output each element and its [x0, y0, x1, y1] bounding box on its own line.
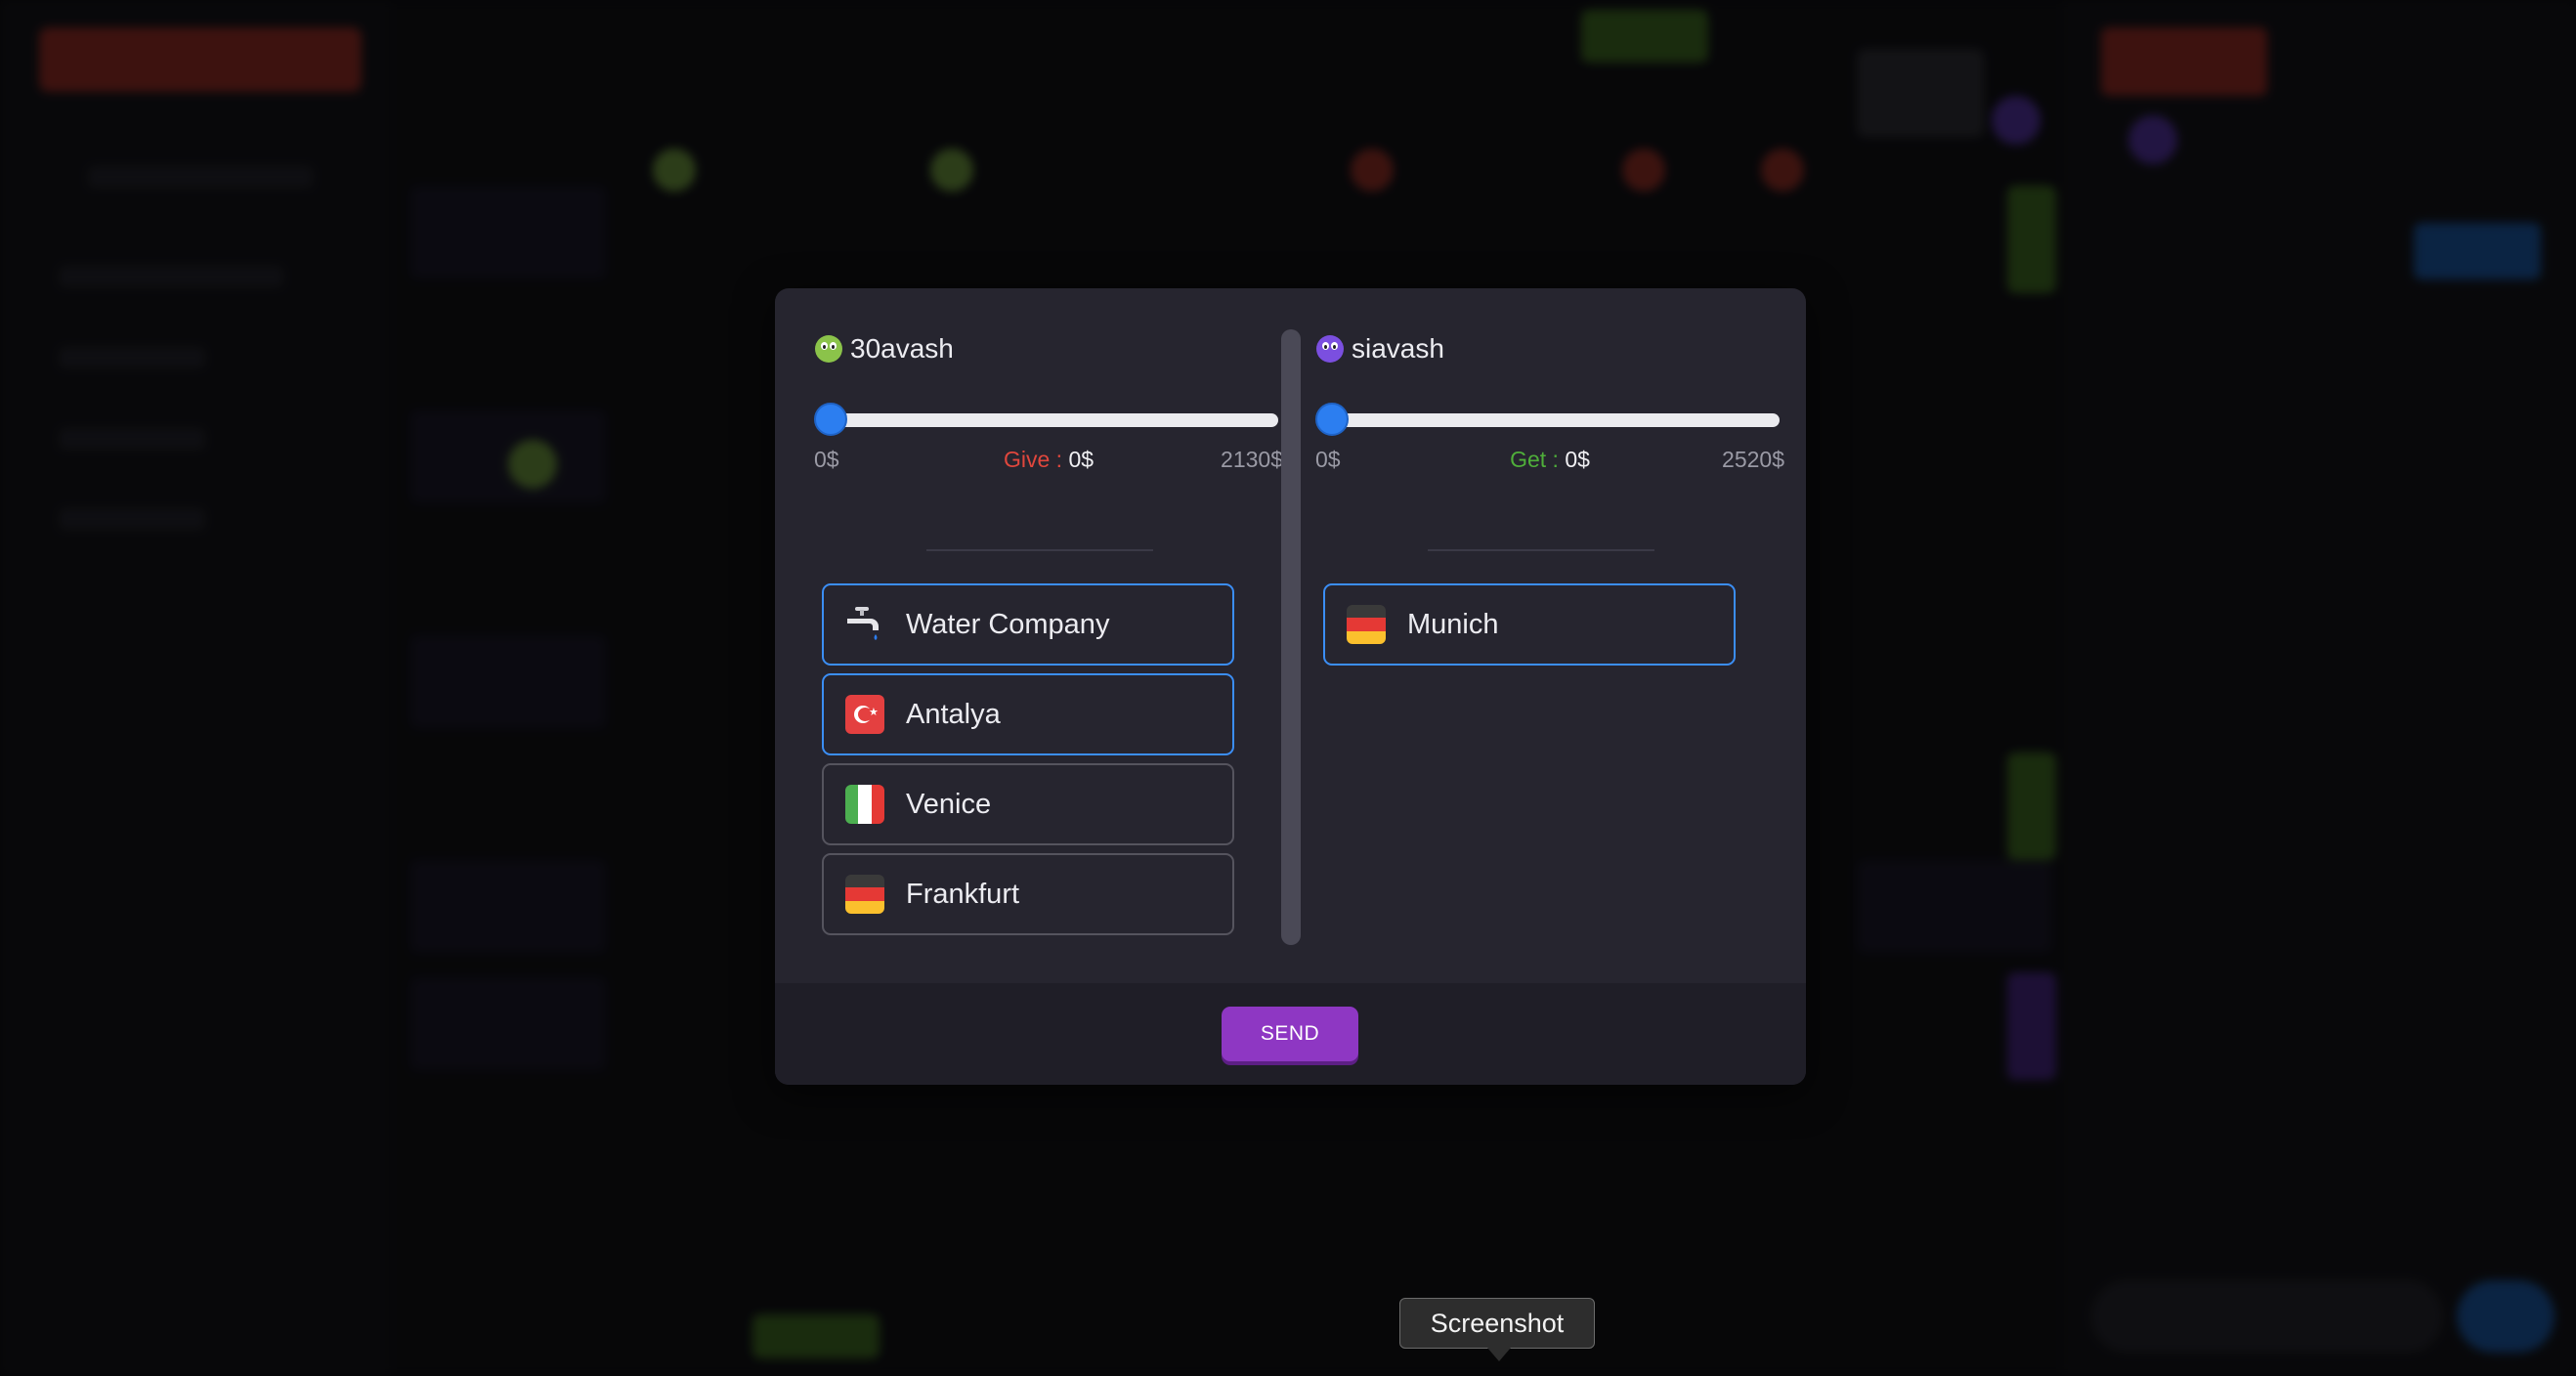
dialog-footer: SEND	[775, 983, 1806, 1085]
give-max: 2130$	[1221, 447, 1283, 472]
player-right-name: siavash	[1352, 333, 1444, 364]
property-name: Venice	[906, 788, 992, 820]
get-money-slider-thumb[interactable]	[1315, 403, 1349, 436]
give-properties-list: Water Company ★ Antalya Venice Frankfurt	[822, 583, 1234, 943]
property-card[interactable]: Venice	[822, 763, 1234, 845]
trade-dialog: 30avash 0$ Give : 0$ 2130$ Water Company…	[775, 288, 1806, 1085]
give-money-slider-thumb[interactable]	[814, 403, 847, 436]
player-right: siavash	[1316, 333, 1444, 365]
water-tap-icon	[845, 605, 884, 644]
get-side: siavash 0$ Get : 0$ 2520$ Munich	[1315, 288, 1784, 963]
property-name: Frankfurt	[906, 878, 1020, 910]
italy-flag-icon	[845, 785, 884, 824]
get-properties-list: Munich	[1323, 583, 1736, 673]
germany-flag-icon	[1347, 605, 1386, 644]
give-range: 0$ Give : 0$ 2130$	[814, 447, 1283, 476]
give-label: Give :	[1003, 447, 1069, 472]
screenshot-tooltip: Screenshot	[1399, 1298, 1595, 1349]
get-range: 0$ Get : 0$ 2520$	[1315, 447, 1784, 476]
property-card[interactable]: Water Company	[822, 583, 1234, 666]
player-left: 30avash	[815, 333, 954, 365]
get-label: Get :	[1510, 447, 1566, 472]
section-divider	[926, 549, 1153, 551]
germany-flag-icon	[845, 875, 884, 914]
turkey-flag-icon: ★	[845, 695, 884, 734]
give-money-slider-track[interactable]	[827, 413, 1278, 427]
avatar-30avash	[815, 335, 842, 363]
give-value: 0$	[1068, 447, 1095, 472]
property-name: Munich	[1407, 608, 1499, 640]
get-value: 0$	[1565, 447, 1590, 472]
section-divider	[1428, 549, 1654, 551]
get-max: 2520$	[1722, 447, 1784, 472]
tooltip-arrow	[1487, 1348, 1511, 1361]
get-money-slider-track[interactable]	[1328, 413, 1780, 427]
avatar-siavash	[1316, 335, 1344, 363]
player-left-name: 30avash	[850, 333, 954, 364]
give-side: 30avash 0$ Give : 0$ 2130$ Water Company…	[814, 288, 1283, 963]
property-name: Antalya	[906, 698, 1001, 730]
property-name: Water Company	[906, 608, 1110, 640]
property-card[interactable]: Munich	[1323, 583, 1736, 666]
property-card[interactable]: ★ Antalya	[822, 673, 1234, 755]
property-card[interactable]: Frankfurt	[822, 853, 1234, 935]
sides-divider	[1281, 329, 1301, 945]
send-button[interactable]: SEND	[1222, 1007, 1358, 1061]
